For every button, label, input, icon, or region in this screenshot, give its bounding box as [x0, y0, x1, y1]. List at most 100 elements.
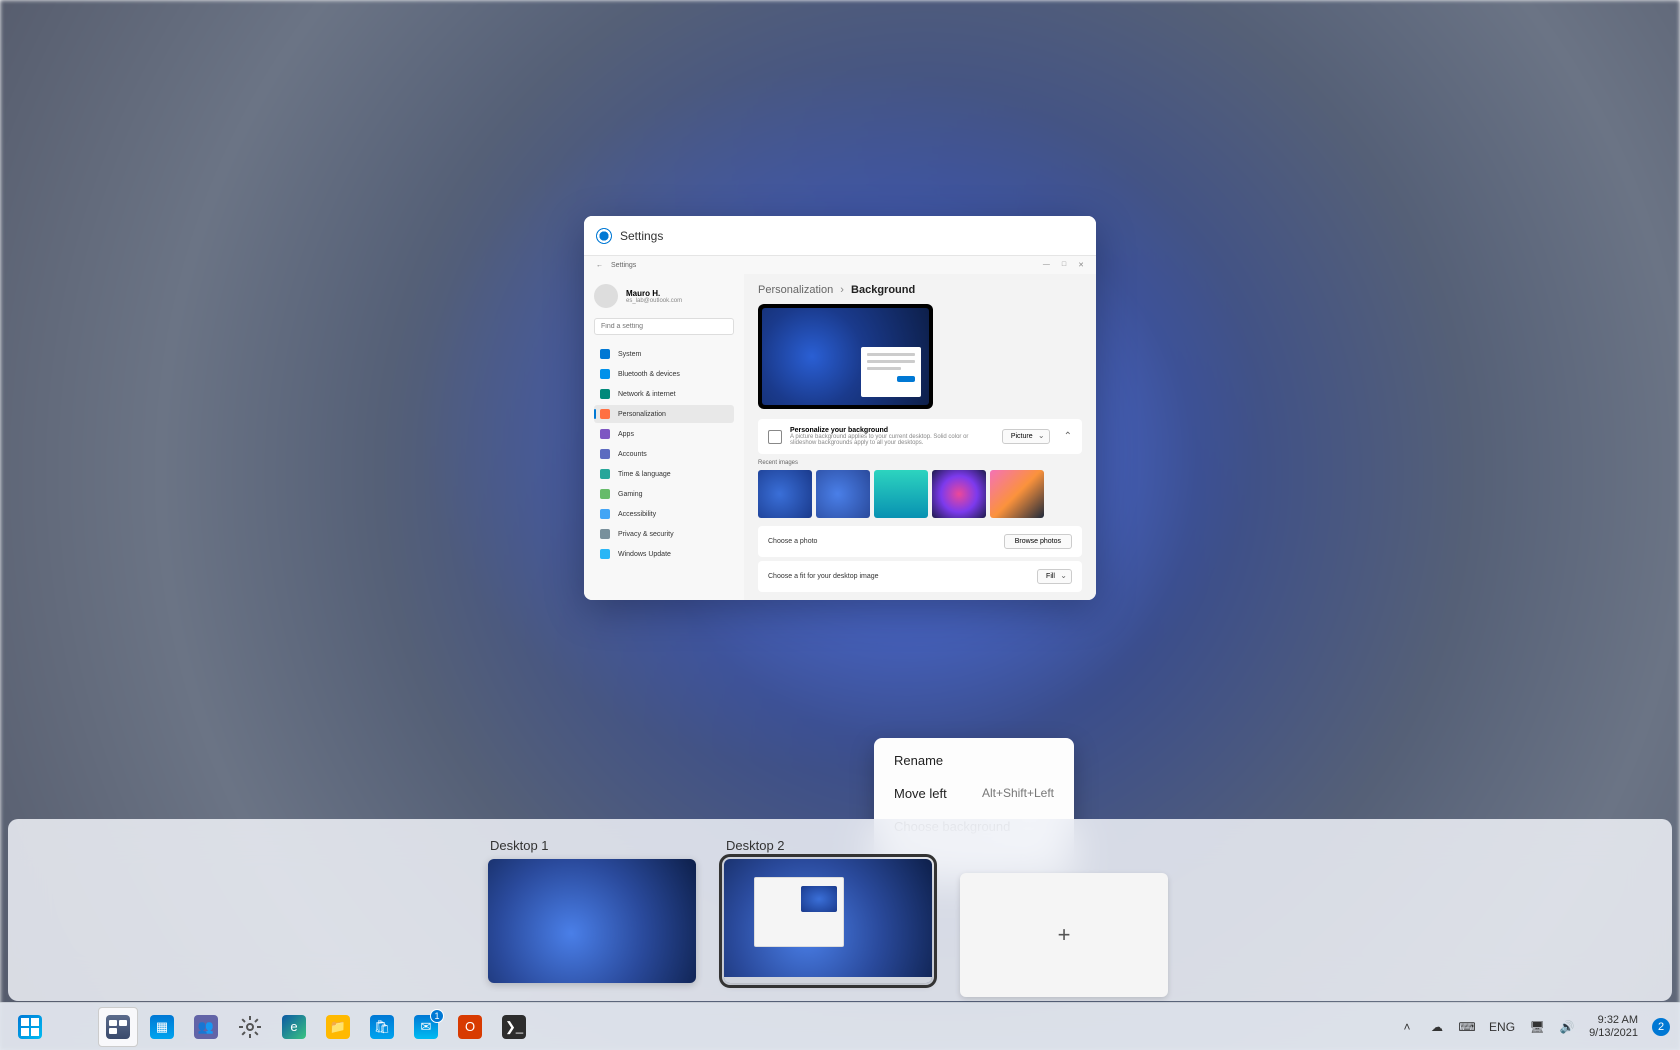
- desktop-1-thumbnail[interactable]: [488, 859, 696, 983]
- breadcrumb: Personalization › Background: [758, 284, 1082, 296]
- accounts-icon: [600, 449, 610, 459]
- search-input[interactable]: [594, 318, 734, 335]
- user-email: es_lab@outlook.com: [626, 298, 682, 304]
- recent-images-row: [758, 470, 1082, 518]
- mail-badge: 1: [430, 1009, 444, 1023]
- settings-taskbar-button[interactable]: [230, 1007, 270, 1047]
- terminal-button[interactable]: ❯_: [494, 1007, 534, 1047]
- language-indicator[interactable]: ENG: [1489, 1020, 1515, 1034]
- mail-button[interactable]: ✉ 1: [406, 1007, 446, 1047]
- maximize-icon[interactable]: □: [1062, 261, 1066, 269]
- user-profile[interactable]: Mauro H. es_lab@outlook.com: [594, 284, 734, 308]
- time-icon: [600, 469, 610, 479]
- recent-image-4[interactable]: [932, 470, 986, 518]
- system-icon: [600, 349, 610, 359]
- desktop-2-thumbnail[interactable]: [724, 859, 932, 983]
- clock[interactable]: 9:32 AM 9/13/2021: [1589, 1014, 1638, 1040]
- accessibility-icon: [600, 509, 610, 519]
- volume-icon[interactable]: 🔊: [1559, 1019, 1575, 1035]
- taskbar: ▦ 👥 e 📁 🛍 ✉ 1 O ❯_ ˄ ☁ ⌨ ENG 🖥 🔊 9:32 AM…: [0, 1002, 1680, 1050]
- apps-icon: [600, 429, 610, 439]
- explorer-button[interactable]: 📁: [318, 1007, 358, 1047]
- settings-header-label: Settings: [611, 262, 636, 269]
- virtual-desktop-1[interactable]: Desktop 1: [488, 838, 696, 983]
- virtual-desktops-bar: Desktop 1 Desktop 2 +: [8, 819, 1672, 1001]
- breadcrumb-personalization[interactable]: Personalization: [758, 284, 833, 296]
- update-icon: [600, 549, 610, 559]
- settings-window-preview[interactable]: Settings ← Settings — □ ✕ Mauro H. es_la…: [584, 216, 1096, 600]
- recent-image-3[interactable]: [874, 470, 928, 518]
- taskbar-pinned-apps: ▦ 👥 e 📁 🛍 ✉ 1 O ❯_: [10, 1007, 534, 1047]
- virtual-desktop-2[interactable]: Desktop 2: [724, 838, 932, 983]
- nav-apps[interactable]: Apps: [594, 425, 734, 443]
- recent-image-1[interactable]: [758, 470, 812, 518]
- recent-image-5[interactable]: [990, 470, 1044, 518]
- edge-icon: e: [282, 1015, 306, 1039]
- search-icon: [62, 1015, 86, 1039]
- nav-bluetooth[interactable]: Bluetooth & devices: [594, 365, 734, 383]
- terminal-icon: ❯_: [502, 1015, 526, 1039]
- teams-button[interactable]: 👥: [186, 1007, 226, 1047]
- personalization-icon: [600, 409, 610, 419]
- choose-fit-row: Choose a fit for your desktop image Fill: [758, 561, 1082, 592]
- settings-header-bar: ← Settings — □ ✕: [584, 256, 1096, 274]
- settings-main: Personalization › Background Personalize…: [744, 274, 1096, 600]
- settings-sidebar: Mauro H. es_lab@outlook.com System Bluet…: [584, 274, 744, 600]
- settings-app-icon: [596, 228, 612, 244]
- nav-accessibility[interactable]: Accessibility: [594, 505, 734, 523]
- personalize-background-card[interactable]: Personalize your background A picture ba…: [758, 419, 1082, 454]
- breadcrumb-background: Background: [851, 284, 915, 296]
- nav-gaming[interactable]: Gaming: [594, 485, 734, 503]
- choose-photo-row: Choose a photo Browse photos: [758, 526, 1082, 557]
- start-button[interactable]: [10, 1007, 50, 1047]
- onedrive-icon[interactable]: ☁: [1429, 1019, 1445, 1035]
- chevron-right-icon: ›: [840, 284, 844, 296]
- recent-image-2[interactable]: [816, 470, 870, 518]
- browse-photos-button[interactable]: Browse photos: [1004, 534, 1072, 549]
- network-icon: [600, 389, 610, 399]
- nav-time[interactable]: Time & language: [594, 465, 734, 483]
- avatar: [594, 284, 618, 308]
- settings-title: Settings: [620, 229, 663, 243]
- office-button[interactable]: O: [450, 1007, 490, 1047]
- nav-privacy[interactable]: Privacy & security: [594, 525, 734, 543]
- network-tray-icon[interactable]: 🖥: [1529, 1019, 1545, 1035]
- fit-dropdown[interactable]: Fill: [1037, 569, 1072, 584]
- background-type-dropdown[interactable]: Picture: [1002, 429, 1050, 444]
- new-desktop-button[interactable]: +: [960, 873, 1168, 997]
- chevron-up-icon[interactable]: ⌃: [1064, 431, 1072, 442]
- edge-button[interactable]: e: [274, 1007, 314, 1047]
- task-view-button[interactable]: [98, 1007, 138, 1047]
- recent-images-label: Recent images: [758, 460, 1082, 466]
- folder-icon: 📁: [326, 1015, 350, 1039]
- privacy-icon: [600, 529, 610, 539]
- windows-icon: [18, 1015, 42, 1039]
- keyboard-icon[interactable]: ⌨: [1459, 1019, 1475, 1035]
- notifications-badge[interactable]: 2: [1652, 1018, 1670, 1036]
- search-button[interactable]: [54, 1007, 94, 1047]
- gaming-icon: [600, 489, 610, 499]
- bluetooth-icon: [600, 369, 610, 379]
- system-tray: ˄ ☁ ⌨ ENG 🖥 🔊 9:32 AM 9/13/2021 2: [1399, 1014, 1670, 1040]
- nav-network[interactable]: Network & internet: [594, 385, 734, 403]
- teams-icon: 👥: [194, 1015, 218, 1039]
- office-icon: O: [458, 1015, 482, 1039]
- nav-personalization[interactable]: Personalization: [594, 405, 734, 423]
- settings-titlebar: Settings: [584, 216, 1096, 256]
- minimize-icon[interactable]: —: [1043, 261, 1050, 269]
- tray-chevron-icon[interactable]: ˄: [1399, 1019, 1415, 1035]
- back-icon[interactable]: ←: [596, 262, 603, 269]
- nav-accounts[interactable]: Accounts: [594, 445, 734, 463]
- ctx-move-left[interactable]: Move left Alt+Shift+Left: [880, 777, 1068, 810]
- store-icon: 🛍: [370, 1015, 394, 1039]
- plus-icon: +: [1058, 922, 1071, 948]
- store-button[interactable]: 🛍: [362, 1007, 402, 1047]
- task-view-icon: [106, 1015, 130, 1039]
- gear-icon: [238, 1015, 262, 1039]
- close-icon[interactable]: ✕: [1078, 261, 1084, 269]
- nav-update[interactable]: Windows Update: [594, 545, 734, 563]
- ctx-rename[interactable]: Rename: [880, 744, 1068, 777]
- widgets-button[interactable]: ▦: [142, 1007, 182, 1047]
- widgets-icon: ▦: [150, 1015, 174, 1039]
- nav-system[interactable]: System: [594, 345, 734, 363]
